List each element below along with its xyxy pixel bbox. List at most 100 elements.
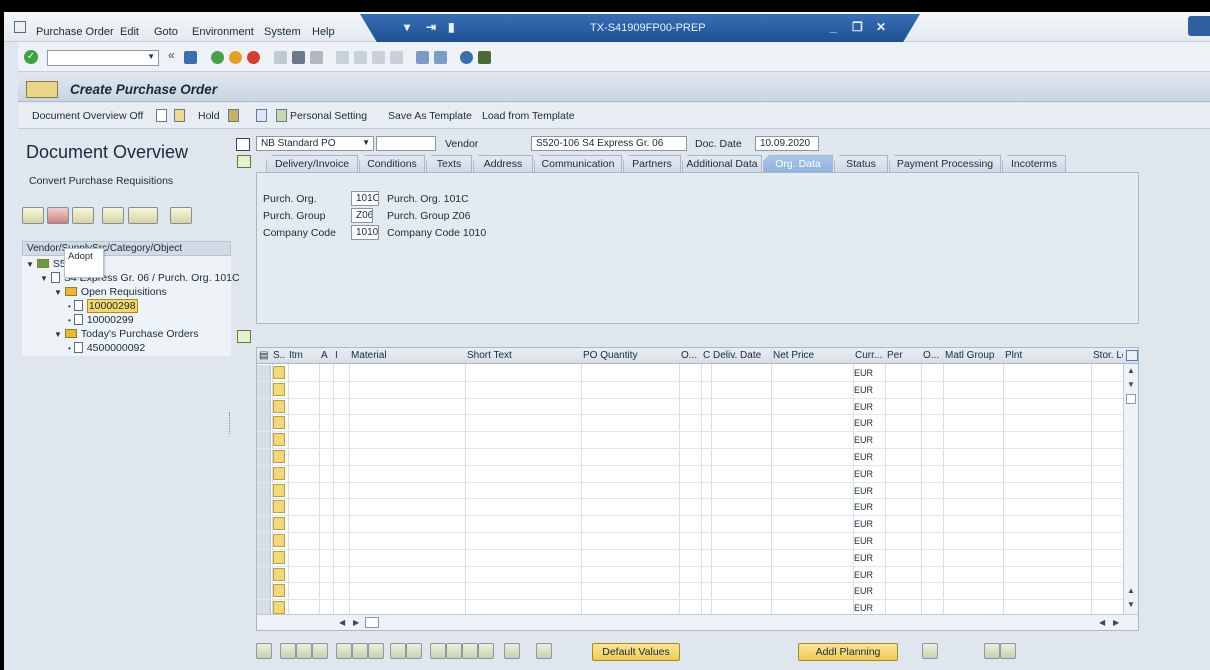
tab-communication[interactable]: Communication xyxy=(534,155,622,172)
scroll-up-icon[interactable]: ▲ xyxy=(1127,366,1135,375)
exit-icon[interactable] xyxy=(229,51,242,64)
currency-cell[interactable]: EUR xyxy=(854,486,873,496)
currency-cell[interactable]: EUR xyxy=(854,553,873,563)
col-plant[interactable]: Plnt xyxy=(1005,350,1085,361)
tree-node-requisition-10000299[interactable]: • 10000299 xyxy=(68,314,134,326)
col-net-price[interactable]: Net Price xyxy=(773,350,851,361)
row-selector[interactable] xyxy=(257,398,271,415)
find-next-icon[interactable] xyxy=(310,51,323,64)
vertical-scrollbar[interactable]: ▲ ▼ ▲ ▼ xyxy=(1123,364,1138,616)
dropdown-arrow-icon[interactable]: ▾ xyxy=(404,20,410,34)
col-order-unit[interactable]: O... xyxy=(681,350,701,361)
col-item[interactable]: Itm xyxy=(289,350,317,361)
services-icon[interactable] xyxy=(1000,643,1016,659)
customize-layout-icon[interactable] xyxy=(478,51,491,64)
delete-icon[interactable] xyxy=(336,643,352,659)
tree-node-todays-orders[interactable]: ▼ Today's Purchase Orders xyxy=(54,328,198,340)
collapse-icon[interactable]: « xyxy=(168,48,181,62)
row-selector[interactable] xyxy=(257,516,271,533)
cart-icon[interactable] xyxy=(236,138,250,151)
restore-icon[interactable]: ❐ xyxy=(852,20,863,34)
close-icon[interactable]: ✕ xyxy=(876,20,886,34)
tree-node-open-requisitions[interactable]: ▼ Open Requisitions xyxy=(54,286,167,298)
column-settings-icon[interactable] xyxy=(1126,350,1138,361)
document-type-select[interactable]: NB Standard PO ▼ xyxy=(256,136,374,151)
tree-node-po-4500000092[interactable]: • 4500000092 xyxy=(68,342,145,354)
tab-org-data[interactable]: Org. Data xyxy=(763,155,833,172)
item-status-cell[interactable] xyxy=(273,567,285,581)
load-from-template-button[interactable]: Load from Template xyxy=(482,110,575,122)
col-currency[interactable]: Curr... xyxy=(855,350,883,361)
row-selector[interactable] xyxy=(257,381,271,398)
item-status-cell[interactable] xyxy=(273,534,285,547)
horizontal-scrollbar[interactable]: ◀ ▶ ◀ ▶ xyxy=(257,614,1138,630)
find-icon[interactable] xyxy=(292,51,305,64)
select-all-icon[interactable]: ▤ xyxy=(259,350,271,361)
currency-cell[interactable]: EUR xyxy=(854,385,873,395)
lock-icon[interactable] xyxy=(352,643,368,659)
default-values-button[interactable]: Default Values xyxy=(592,643,680,661)
next-page-icon[interactable] xyxy=(372,51,385,64)
scroll-far-right-icon[interactable]: ▶ xyxy=(1113,618,1119,627)
tab-partners[interactable]: Partners xyxy=(623,155,681,172)
doc-date-field[interactable]: 10.09.2020 xyxy=(755,136,819,151)
print-icon[interactable] xyxy=(274,51,287,64)
currency-cell[interactable]: EUR xyxy=(854,519,873,529)
col-order-price-unit[interactable]: O... xyxy=(923,350,943,361)
col-short-text[interactable]: Short Text xyxy=(467,350,577,361)
item-overview-toggle-icon[interactable] xyxy=(237,330,251,343)
scroll-right-icon[interactable]: ▶ xyxy=(353,618,359,627)
item-status-cell[interactable] xyxy=(273,601,285,615)
tab-incoterms[interactable]: Incoterms xyxy=(1002,155,1066,172)
purch-group-field[interactable]: Z06 xyxy=(351,208,373,223)
currency-cell[interactable]: EUR xyxy=(854,603,873,613)
find-icon[interactable] xyxy=(102,207,124,224)
vendor-field[interactable]: S520-106 S4 Express Gr. 06 xyxy=(531,136,687,151)
copy-icon[interactable] xyxy=(280,643,296,659)
expand-icon[interactable]: ▼ xyxy=(54,330,62,339)
expand-icon[interactable]: ▼ xyxy=(26,260,34,269)
layout-icon[interactable] xyxy=(128,207,158,224)
new-session-icon[interactable] xyxy=(416,51,429,64)
currency-cell[interactable]: EUR xyxy=(854,452,873,462)
command-field[interactable]: ▼ xyxy=(47,50,159,66)
enter-icon[interactable]: ✓ xyxy=(24,50,38,64)
first-page-icon[interactable] xyxy=(336,51,349,64)
tab-address[interactable]: Address xyxy=(473,155,533,172)
transaction-icon[interactable] xyxy=(26,81,58,98)
side-handle[interactable] xyxy=(1188,16,1210,36)
col-po-quantity[interactable]: PO Quantity xyxy=(583,350,677,361)
item-status-cell[interactable] xyxy=(273,500,285,514)
paste-icon[interactable] xyxy=(312,643,328,659)
item-status-cell[interactable] xyxy=(273,466,285,480)
scroll-far-left-icon[interactable]: ◀ xyxy=(1099,618,1105,627)
save-as-template-button[interactable]: Save As Template xyxy=(388,110,472,122)
currency-cell[interactable]: EUR xyxy=(854,502,873,512)
select-all-icon[interactable] xyxy=(390,643,406,659)
sort-descending-icon[interactable] xyxy=(446,643,462,659)
currency-cell[interactable]: EUR xyxy=(854,469,873,479)
tab-payment-processing[interactable]: Payment Processing xyxy=(889,155,1001,172)
refresh-icon[interactable] xyxy=(72,207,94,224)
cut-icon[interactable] xyxy=(296,643,312,659)
hierarchy-icon[interactable] xyxy=(170,207,192,224)
row-selector[interactable] xyxy=(257,365,271,381)
col-status[interactable]: S.. xyxy=(273,350,287,361)
help-icon[interactable] xyxy=(460,51,473,64)
po-number-field[interactable] xyxy=(376,136,436,151)
row-selector[interactable] xyxy=(257,566,271,583)
menu-system[interactable]: System xyxy=(264,26,301,38)
tab-delivery-invoice[interactable]: Delivery/Invoice xyxy=(266,155,358,172)
layout-icon[interactable] xyxy=(536,643,552,659)
currency-cell[interactable]: EUR xyxy=(854,536,873,546)
currency-cell[interactable]: EUR xyxy=(854,435,873,445)
col-item-category[interactable]: I xyxy=(335,350,345,361)
row-selector[interactable] xyxy=(257,415,271,432)
col-storage-location[interactable]: Stor. Lo xyxy=(1093,350,1123,361)
tree-node-requisition-10000298[interactable]: • 10000298 xyxy=(68,299,138,313)
scroll-down-icon[interactable]: ▼ xyxy=(1127,380,1135,389)
item-status-cell[interactable] xyxy=(273,433,285,447)
item-status-cell[interactable] xyxy=(273,416,285,430)
panel-splitter[interactable] xyxy=(229,412,232,434)
col-material[interactable]: Material xyxy=(351,350,461,361)
